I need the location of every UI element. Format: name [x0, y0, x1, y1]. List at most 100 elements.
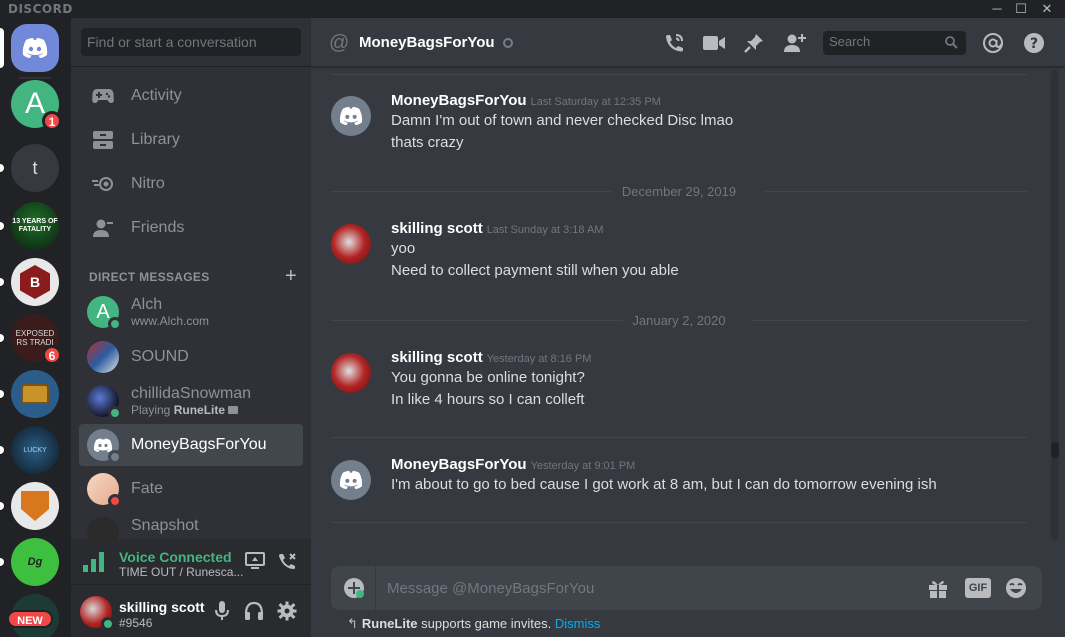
nav-friends[interactable]: Friends: [79, 207, 303, 249]
help-icon[interactable]: ?: [1022, 31, 1046, 55]
message-input[interactable]: [387, 577, 907, 599]
user-avatar[interactable]: [331, 353, 371, 393]
chat-area: @ MoneyBagsForYou Search ? MoneyBagsForY…: [311, 18, 1065, 637]
voice-status: Voice Connected: [119, 549, 232, 565]
dm-item-sound[interactable]: SOUND: [79, 336, 303, 378]
message-timestamp: Last Saturday at 12:35 PM: [530, 96, 661, 108]
close-window-button[interactable]: ✕: [1034, 0, 1060, 18]
dm-item-fate[interactable]: Fate: [79, 468, 303, 510]
discord-default-avatar-icon[interactable]: [331, 460, 371, 500]
settings-gear-icon[interactable]: [277, 601, 297, 626]
dismiss-link[interactable]: Dismiss: [555, 616, 601, 631]
maximize-button[interactable]: ☐: [1008, 0, 1034, 18]
server-shield[interactable]: [0, 482, 59, 530]
offline-status-icon: [502, 38, 513, 49]
avatar: [87, 473, 122, 508]
user-avatar[interactable]: [331, 224, 371, 264]
voice-channel[interactable]: TIME OUT / Runesca...: [119, 565, 243, 579]
chat-scrollbar[interactable]: [1051, 70, 1059, 540]
message-timestamp: Yesterday at 9:01 PM: [530, 460, 636, 472]
message-text: Need to collect payment still when you a…: [391, 262, 679, 279]
user-avatar[interactable]: [80, 596, 115, 631]
date-label: January 2, 2020: [632, 313, 726, 328]
server-exposed[interactable]: EXPOSED RS TRADI 6: [0, 314, 62, 365]
unread-pill: [0, 278, 4, 286]
gamepad-icon: [91, 84, 115, 108]
dm-item-moneybagsforyou[interactable]: MoneyBagsForYou: [79, 424, 303, 466]
server-fatality[interactable]: 13 YEARS OF FATALITY: [0, 202, 59, 250]
create-dm-button[interactable]: +: [285, 265, 297, 288]
dm-name: Alch: [131, 296, 163, 313]
dm-name: SOUND: [131, 348, 189, 365]
friends-icon: [91, 216, 115, 240]
dm-name: MoneyBagsForYou: [131, 436, 267, 453]
avatar: A: [87, 296, 122, 331]
nav-friends-label: Friends: [131, 219, 185, 236]
message-text: Damn I'm out of town and never checked D…: [391, 112, 734, 129]
message-composer: GIF: [331, 566, 1042, 610]
unread-pill: [0, 390, 4, 398]
search-placeholder: Search: [829, 34, 871, 49]
unread-pill: [0, 164, 4, 172]
composer-separator: [375, 566, 376, 610]
server-separator: [19, 77, 51, 79]
dm-item-snapshot[interactable]: Snapshot: [79, 512, 303, 539]
at-sign-icon: @: [329, 32, 350, 54]
add-friend-to-dm-icon[interactable]: [783, 31, 807, 55]
headphones-icon[interactable]: [244, 601, 264, 626]
message-author[interactable]: MoneyBagsForYou: [391, 456, 527, 473]
message-author[interactable]: skilling scott: [391, 220, 483, 237]
avatar: [87, 429, 122, 464]
server-chest[interactable]: [0, 370, 59, 418]
user-tag: #9546: [119, 616, 153, 630]
nav-activity[interactable]: Activity: [79, 75, 303, 117]
message-author[interactable]: MoneyBagsForYou: [391, 92, 527, 109]
avatar: [87, 385, 122, 420]
server-new[interactable]: NEW: [7, 594, 59, 637]
disconnect-call-icon[interactable]: [277, 552, 297, 575]
server-lucky[interactable]: LUCKY: [0, 426, 59, 474]
gif-button[interactable]: GIF: [965, 578, 991, 598]
avatar: [87, 341, 119, 373]
search-input[interactable]: Search: [823, 31, 966, 55]
chat-header: @ MoneyBagsForYou Search ?: [311, 18, 1065, 67]
microphone-icon[interactable]: [215, 601, 229, 626]
server-drinkgame[interactable]: Dg: [0, 538, 59, 586]
unread-pill: [0, 334, 4, 342]
dm-item-alch[interactable]: A Alch www.Alch.com: [79, 291, 303, 333]
pin-icon[interactable]: [742, 31, 766, 55]
server-t-icon: t: [11, 144, 59, 192]
message-divider: [331, 522, 1027, 523]
message-text: yoo: [391, 240, 416, 257]
mentions-icon[interactable]: [981, 31, 1005, 55]
unread-pill: [0, 502, 4, 510]
server-t[interactable]: t: [0, 144, 59, 192]
channel-title: MoneyBagsForYou: [359, 34, 513, 51]
message-text: You gonna be online tonight?: [391, 369, 585, 386]
scrollbar-thumb[interactable]: [1051, 442, 1059, 458]
avatar: [87, 517, 119, 539]
minimize-button[interactable]: ─: [984, 0, 1010, 18]
new-badge: NEW: [7, 610, 53, 628]
dm-item-chillidasnowman[interactable]: chillidaSnowman Playing RuneLite: [79, 380, 303, 422]
find-conversation-input[interactable]: [81, 28, 301, 56]
screen-share-icon[interactable]: [245, 552, 265, 575]
orange-shield-icon: [11, 482, 59, 530]
discord-default-avatar-icon[interactable]: [331, 96, 371, 136]
upload-attachment-icon[interactable]: [343, 577, 365, 604]
server-b[interactable]: B: [0, 258, 59, 306]
nav-library[interactable]: Library: [79, 119, 303, 161]
video-call-icon[interactable]: [702, 31, 726, 55]
dnd-status-icon: [108, 494, 122, 508]
offline-status-icon: [108, 450, 122, 464]
gift-icon[interactable]: [927, 577, 949, 604]
emoji-icon[interactable]: [1005, 577, 1027, 604]
message-author[interactable]: skilling scott: [391, 349, 483, 366]
nav-nitro[interactable]: Nitro: [79, 163, 303, 205]
server-a[interactable]: A 1: [11, 80, 62, 131]
date-separator: January 2, 2020: [331, 313, 1027, 328]
date-separator: December 29, 2019: [331, 184, 1027, 199]
home-button[interactable]: [0, 24, 59, 72]
voice-call-icon[interactable]: [662, 31, 686, 55]
dm-sidebar: Activity Library Nitro Friends DIRECT ME…: [71, 18, 311, 637]
